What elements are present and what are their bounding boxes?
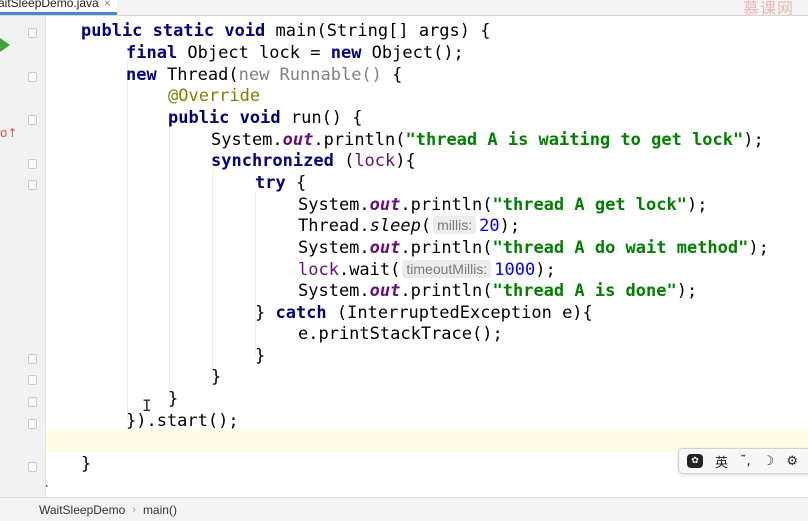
parameter-hint: millis:: [433, 216, 477, 234]
ime-punctuation-toggle[interactable]: ˜,: [740, 454, 751, 469]
code-line: System.out.println("thread A is waiting …: [211, 130, 764, 150]
breadcrumb: WaitSleepDemo › main(): [0, 497, 808, 521]
run-icon[interactable]: [0, 38, 10, 52]
code-line: System.out.println("thread A do wait met…: [298, 238, 769, 258]
editor-gutter[interactable]: o↑: [0, 16, 46, 497]
fold-icon[interactable]: [28, 354, 37, 364]
editor-tab-bar: aitSleepDemo.java × 慕课网: [0, 0, 808, 16]
indent-guide: [127, 60, 128, 420]
parameter-hint: timeoutMillis:: [402, 260, 492, 278]
indent-guide: [212, 169, 213, 377]
breadcrumb-method[interactable]: main(): [143, 503, 177, 517]
code-line: lock.wait(timeoutMillis: 1000);: [298, 260, 556, 280]
code-line: Thread.sleep(millis: 20);: [298, 216, 521, 236]
code-line: synchronized (lock){: [211, 151, 416, 171]
code-line: e.printStackTrace();: [298, 324, 503, 344]
ime-toolbar[interactable]: ✿ 英 ˜, ☽ ⚙: [678, 448, 808, 474]
code-line: public void run() {: [168, 108, 363, 128]
breadcrumb-separator: ›: [132, 503, 136, 516]
code-line: } catch (InterruptedException e){: [255, 303, 593, 323]
watermark-logo: 慕课网: [742, 0, 794, 16]
fold-icon[interactable]: [28, 419, 37, 429]
fold-icon[interactable]: [28, 115, 37, 125]
code-line: public static void main(String[] args) {: [81, 21, 491, 41]
code-line: @Override: [168, 86, 261, 106]
mouse-ibeam-cursor-icon: I: [142, 396, 152, 415]
code-line: try {: [255, 173, 307, 193]
code-line: }: [81, 454, 92, 474]
code-line: new Thread(new Runnable() {: [126, 65, 403, 85]
fold-icon[interactable]: [28, 462, 37, 472]
code-editor[interactable]: public static void main(String[] args) {…: [46, 16, 808, 497]
indent-guide: [255, 191, 256, 355]
indent-guide: [169, 126, 170, 398]
code-line: final Object lock = new Object();: [126, 43, 464, 63]
breadcrumb-class[interactable]: WaitSleepDemo: [39, 503, 125, 517]
gear-icon[interactable]: ⚙: [786, 454, 798, 469]
code-line: }: [46, 475, 49, 497]
fold-icon[interactable]: [28, 28, 37, 38]
code-line: }: [168, 389, 179, 409]
fold-icon[interactable]: [28, 72, 37, 82]
code-line: }: [255, 346, 266, 366]
ime-logo-icon[interactable]: ✿: [687, 454, 703, 468]
fold-icon[interactable]: [28, 180, 37, 190]
moon-icon[interactable]: ☽: [763, 454, 775, 469]
tab-label: aitSleepDemo.java: [0, 0, 99, 10]
code-line: System.out.println("thread A is done");: [298, 281, 698, 301]
tab-waitsleepdemo[interactable]: aitSleepDemo.java ×: [0, 0, 117, 15]
code-line: System.out.println("thread A get lock");: [298, 195, 708, 215]
fold-icon[interactable]: [28, 375, 37, 385]
code-line: }: [211, 367, 222, 387]
override-marker-icon[interactable]: o↑: [0, 126, 17, 140]
ime-language-toggle[interactable]: 英: [715, 452, 728, 471]
fold-icon[interactable]: [28, 397, 37, 407]
fold-icon[interactable]: [28, 159, 37, 169]
close-icon[interactable]: ×: [104, 0, 111, 10]
